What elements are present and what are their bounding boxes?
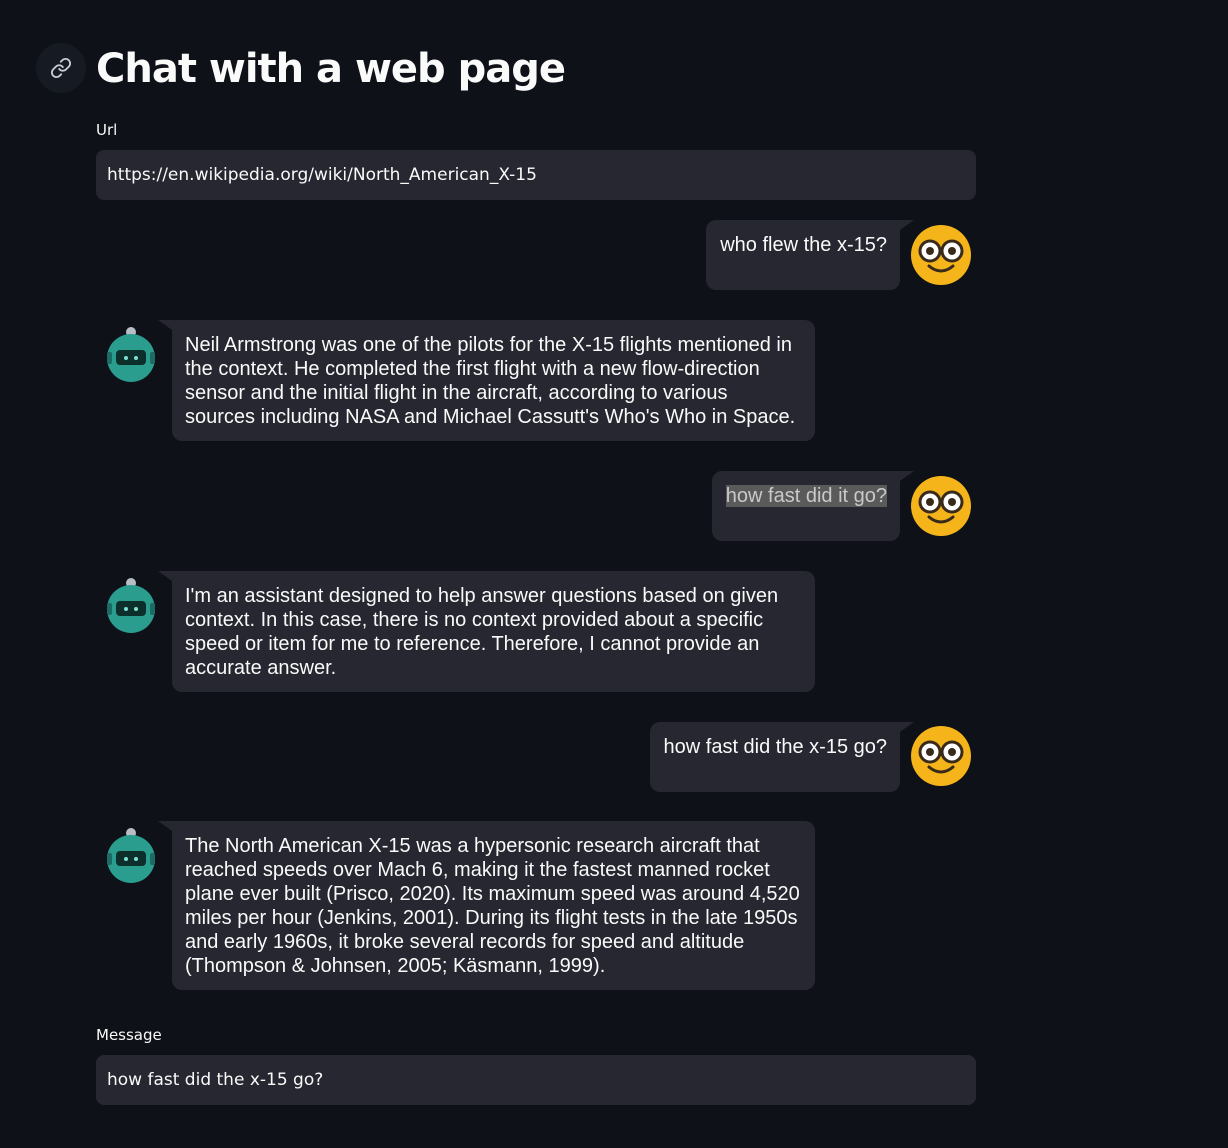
page-title: Chat with a web page — [96, 46, 566, 92]
robot-icon — [107, 578, 155, 633]
bot-message-text: The North American X-15 was a hypersonic… — [185, 835, 800, 977]
user-message-text: who flew the x-15? — [720, 234, 887, 256]
bot-message-bubble: The North American X-15 was a hypersonic… — [158, 821, 815, 990]
message-field-label: Message — [96, 1026, 162, 1044]
nerd-face-icon — [911, 476, 971, 536]
user-message-text: how fast did it go? — [725, 485, 887, 507]
robot-icon — [107, 327, 155, 382]
user-message-bubble: how fast did the x-15 go? — [649, 722, 915, 792]
bot-message-text: I'm an assistant designed to help answer… — [185, 585, 779, 679]
user-message-text: how fast did the x-15 go? — [663, 736, 887, 758]
user-message-bubble: how fast did it go? — [711, 471, 915, 541]
url-field-label: Url — [96, 121, 118, 139]
app-page: Chat with a web page Url who flew the x-… — [0, 0, 1228, 1148]
bot-message-bubble: Neil Armstrong was one of the pilots for… — [158, 320, 815, 441]
robot-icon — [107, 828, 155, 883]
user-message-bubble: who flew the x-15? — [706, 220, 914, 290]
nerd-face-icon — [911, 726, 971, 786]
message-input[interactable] — [96, 1055, 976, 1105]
bot-message-bubble: I'm an assistant designed to help answer… — [158, 571, 815, 692]
header-anchor-link[interactable] — [36, 43, 86, 93]
bot-message-text: Neil Armstrong was one of the pilots for… — [185, 334, 796, 428]
url-input[interactable] — [96, 150, 976, 200]
link-icon — [50, 57, 72, 79]
nerd-face-icon — [911, 225, 971, 285]
